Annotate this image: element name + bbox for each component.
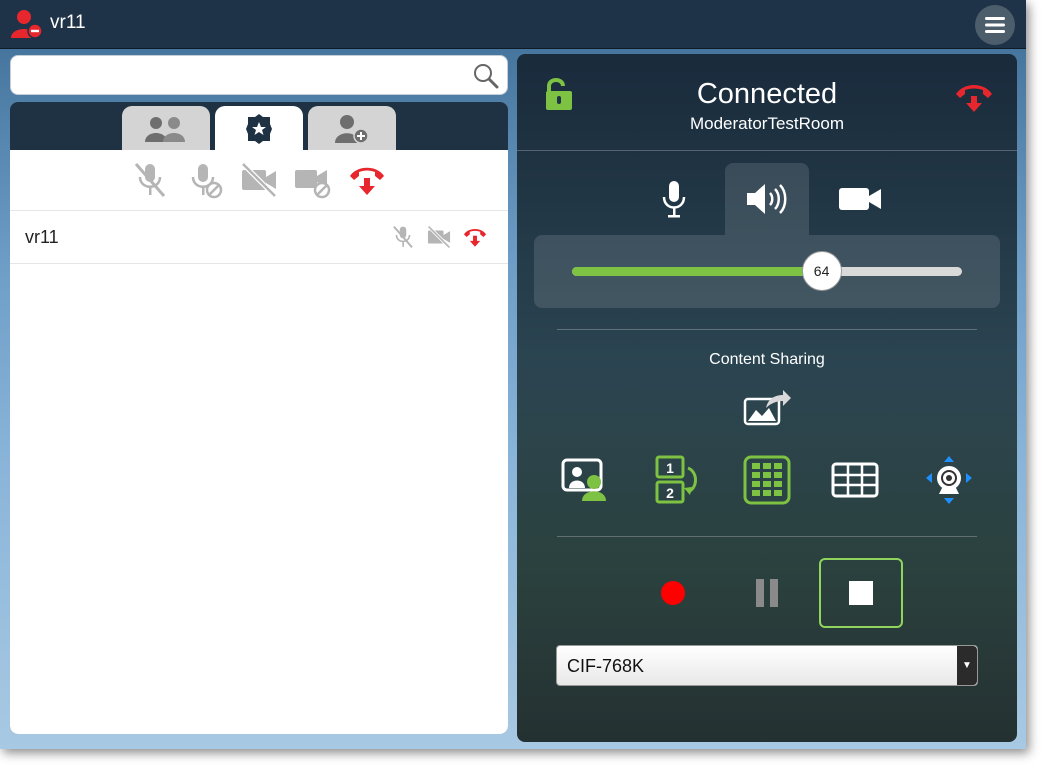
camera-control-icon[interactable] (924, 454, 974, 506)
participant-name: vr11 (25, 227, 59, 247)
user-status-icon[interactable] (10, 9, 44, 39)
svg-text:2: 2 (666, 485, 674, 501)
menu-button[interactable] (975, 5, 1015, 45)
tab-microphone[interactable] (632, 163, 716, 235)
record-button[interactable] (631, 558, 715, 628)
video-off-icon[interactable] (426, 224, 452, 250)
divider (557, 329, 977, 330)
call-status: Connected (696, 78, 838, 110)
grid-layout-icon[interactable] (830, 454, 880, 506)
divider (557, 536, 977, 537)
tab-participants[interactable] (122, 106, 210, 152)
divider (10, 263, 508, 264)
search-input[interactable] (10, 55, 508, 95)
add-participant-icon (335, 115, 369, 144)
divider (10, 210, 508, 211)
hangup-icon[interactable] (954, 80, 994, 114)
app-window: vr11 vr11 Connected ModeratorTestRoom 64… (0, 0, 1026, 749)
svg-text:1: 1 (666, 460, 674, 476)
search-icon[interactable] (473, 63, 499, 89)
block-video-icon[interactable] (293, 160, 333, 200)
content-sharing-label: Content Sharing (709, 351, 825, 368)
bitrate-select[interactable]: CIF-768K ▼ (556, 645, 978, 686)
tab-add-participant[interactable] (308, 106, 396, 152)
video-off-all-icon[interactable] (239, 160, 279, 200)
disconnect-all-icon[interactable] (347, 160, 387, 200)
tab-moderator[interactable] (215, 106, 303, 152)
stop-icon (849, 581, 873, 605)
camera-icon (839, 188, 881, 210)
pause-button[interactable] (725, 558, 809, 628)
pause-icon (756, 579, 778, 607)
divider (517, 150, 1017, 151)
speaker-icon (747, 184, 787, 214)
self-view-icon[interactable] (560, 454, 610, 506)
volume-slider-handle[interactable]: 64 (801, 251, 842, 291)
stop-button[interactable] (819, 558, 903, 628)
moderator-badge-icon (246, 114, 272, 144)
user-name: vr11 (50, 12, 86, 33)
bitrate-select-value: CIF-768K (567, 656, 645, 676)
chevron-down-icon[interactable]: ▼ (957, 646, 977, 685)
keypad-icon[interactable] (742, 454, 792, 506)
room-name: ModeratorTestRoom (689, 114, 844, 133)
content-share-icon[interactable] (742, 388, 792, 428)
top-bar: vr11 (0, 0, 1026, 49)
tab-speaker[interactable] (725, 163, 809, 235)
unlocked-icon[interactable] (544, 77, 574, 111)
participants-icon (145, 117, 185, 142)
record-icon (661, 581, 685, 605)
mic-muted-icon[interactable] (390, 224, 416, 250)
volume-slider[interactable] (572, 267, 962, 276)
tab-camera[interactable] (818, 163, 902, 235)
volume-slider-fill (572, 267, 822, 276)
hangup-icon[interactable] (462, 224, 488, 250)
mute-all-mic-icon[interactable] (130, 160, 170, 200)
layout-1-2-icon[interactable]: 1 2 (654, 454, 704, 506)
hamburger-icon (985, 17, 1005, 33)
block-mic-icon[interactable] (186, 160, 226, 200)
microphone-icon (662, 181, 686, 218)
